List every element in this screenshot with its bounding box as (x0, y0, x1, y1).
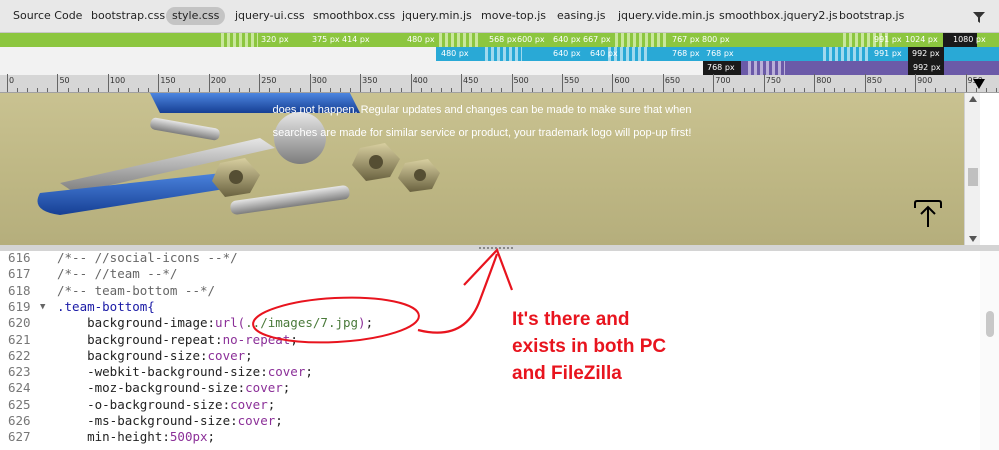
annotation-arrow (417, 253, 499, 334)
annotation-line: exists in both PC (512, 336, 667, 357)
annotation-line: It's there and (512, 309, 630, 330)
annotation-overlay (252, 247, 514, 344)
annotation-circle (252, 296, 420, 344)
annotation-line: and FileZilla (512, 363, 622, 384)
editor-window: Source Code bootstrap.css style.css jque… (0, 0, 999, 450)
annotation-arrowhead (463, 247, 514, 291)
